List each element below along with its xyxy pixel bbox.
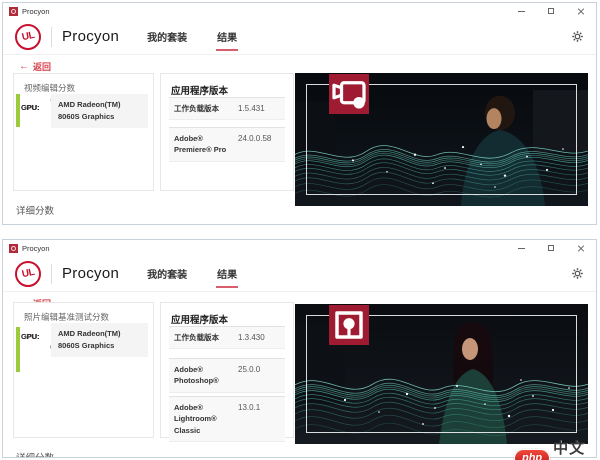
gpu-value: AMD Radeon(TM) 8060S Graphics bbox=[51, 94, 148, 128]
app-versions-title: 应用程序版本 bbox=[171, 315, 229, 326]
score-title: 照片编辑基准测试分数 bbox=[24, 312, 110, 322]
ul-logo: UL bbox=[15, 23, 41, 50]
app-header: UL Procyon 我的套装 结果 bbox=[3, 19, 596, 55]
version-value: 1.5.431 bbox=[238, 104, 265, 113]
close-button[interactable] bbox=[566, 240, 596, 256]
version-label: 工作负载版本 bbox=[174, 104, 219, 113]
maximize-button[interactable] bbox=[536, 240, 566, 256]
back-arrow-icon: ← bbox=[19, 60, 29, 72]
tab-results[interactable]: 结果 bbox=[216, 19, 239, 54]
header-divider bbox=[51, 26, 52, 47]
version-row: Adobe® Premiere® Pro 24.0.0.58 bbox=[169, 127, 285, 162]
version-row: Adobe® Photoshop® 25.0.0 bbox=[169, 358, 285, 393]
gpu-label: GPU: bbox=[21, 103, 40, 112]
score-card: 照片编辑基准测试分数 8 796 CPU: AMD RYZEN AI MAX+ … bbox=[13, 302, 154, 438]
version-value: 13.0.1 bbox=[238, 403, 261, 412]
settings-gear-icon[interactable] bbox=[571, 267, 584, 280]
app-title: Procyon bbox=[62, 28, 120, 45]
settings-gear-icon[interactable] bbox=[571, 30, 584, 43]
app-header: UL Procyon 我的套装 结果 bbox=[3, 256, 596, 292]
video-editing-badge bbox=[329, 74, 369, 114]
gpu-label: GPU: bbox=[21, 332, 40, 341]
watermark-text: 中文网 bbox=[553, 440, 586, 457]
minimize-icon bbox=[517, 10, 525, 12]
tab-my-suites[interactable]: 我的套装 bbox=[147, 19, 187, 54]
tab-my-suites[interactable]: 我的套装 bbox=[147, 256, 187, 291]
score-title: 视频编辑分数 bbox=[24, 83, 76, 93]
version-label: Adobe® Premiere® Pro bbox=[174, 134, 227, 155]
gpu-row: GPU: AMD Radeon(TM) 8060S Graphics bbox=[21, 323, 148, 357]
watermark: php 中文网 bbox=[514, 437, 600, 460]
score-card: 视频编辑分数 7 157 CPU: AMD RYZEN AI MAX+ 395 … bbox=[13, 73, 154, 191]
version-value: 25.0.0 bbox=[238, 365, 261, 374]
back-link[interactable]: ← 返回 bbox=[19, 60, 51, 73]
app-icon bbox=[9, 6, 18, 16]
version-label: Adobe® Photoshop® bbox=[174, 365, 219, 386]
app-versions-card: 应用程序版本 Adobe® Photoshop® 25.0.0 Adobe® L… bbox=[160, 302, 294, 442]
page: Procyon UL Procyon 我的套装 结果 ← 返回 视频编辑分数 C… bbox=[0, 0, 600, 460]
window-title: Procyon bbox=[22, 243, 50, 253]
app-title: Procyon bbox=[62, 265, 120, 282]
header-divider bbox=[51, 263, 52, 284]
window-title: Procyon bbox=[22, 6, 50, 16]
app-versions-title: 应用程序版本 bbox=[171, 86, 229, 97]
procyon-window-video: Procyon UL Procyon 我的套装 结果 ← 返回 视频编辑分数 C… bbox=[2, 2, 597, 225]
ul-logo: UL bbox=[15, 260, 41, 287]
window-controls bbox=[506, 240, 596, 256]
close-icon bbox=[577, 244, 585, 252]
titlebar: Procyon bbox=[3, 240, 596, 256]
tab-results[interactable]: 结果 bbox=[216, 256, 239, 291]
minimize-button[interactable] bbox=[506, 3, 536, 19]
video-camera-icon bbox=[332, 81, 366, 109]
close-icon bbox=[577, 7, 585, 15]
app-icon bbox=[9, 243, 18, 253]
ul-logo-text: UL bbox=[20, 266, 36, 281]
version-label: Adobe® Lightroom® Classic bbox=[174, 403, 217, 435]
main-tabs: 我的套装 结果 bbox=[147, 19, 239, 54]
photo-editing-badge bbox=[329, 305, 369, 345]
version-value: 24.0.0.58 bbox=[238, 134, 272, 143]
minimize-button[interactable] bbox=[506, 240, 536, 256]
main-tabs: 我的套装 结果 bbox=[147, 256, 239, 291]
hero-image bbox=[295, 73, 588, 206]
ul-logo-text: UL bbox=[20, 29, 36, 44]
version-value: 1.3.430 bbox=[238, 333, 265, 342]
minimize-icon bbox=[517, 247, 525, 249]
maximize-icon bbox=[548, 245, 554, 251]
gpu-value: AMD Radeon(TM) 8060S Graphics bbox=[51, 323, 148, 357]
titlebar: Procyon bbox=[3, 3, 596, 19]
detailed-scores-link[interactable]: 详细分数 bbox=[16, 450, 54, 457]
detailed-scores-link[interactable]: 详细分数 bbox=[16, 203, 54, 217]
procyon-window-photo: Procyon UL Procyon 我的套装 结果 ← 返回 照片编辑基准 bbox=[2, 239, 597, 458]
close-button[interactable] bbox=[566, 3, 596, 19]
maximize-icon bbox=[548, 8, 554, 14]
version-label: 工作负载版本 bbox=[174, 333, 219, 342]
app-versions-card: 应用程序版本 Adobe® Premiere® Pro 24.0.0.58 工作… bbox=[160, 73, 294, 191]
maximize-button[interactable] bbox=[536, 3, 566, 19]
php-logo: php bbox=[514, 448, 551, 460]
version-row: Adobe® Lightroom® Classic 13.0.1 bbox=[169, 396, 285, 442]
back-label: 返回 bbox=[33, 62, 52, 72]
version-row: 工作负载版本 1.5.431 bbox=[169, 97, 285, 121]
window-controls bbox=[506, 3, 596, 19]
gpu-row: GPU: AMD Radeon(TM) 8060S Graphics bbox=[21, 94, 148, 128]
photo-camera-icon bbox=[335, 311, 363, 339]
hero-image bbox=[295, 304, 588, 444]
version-row: 工作负载版本 1.3.430 bbox=[169, 326, 285, 350]
